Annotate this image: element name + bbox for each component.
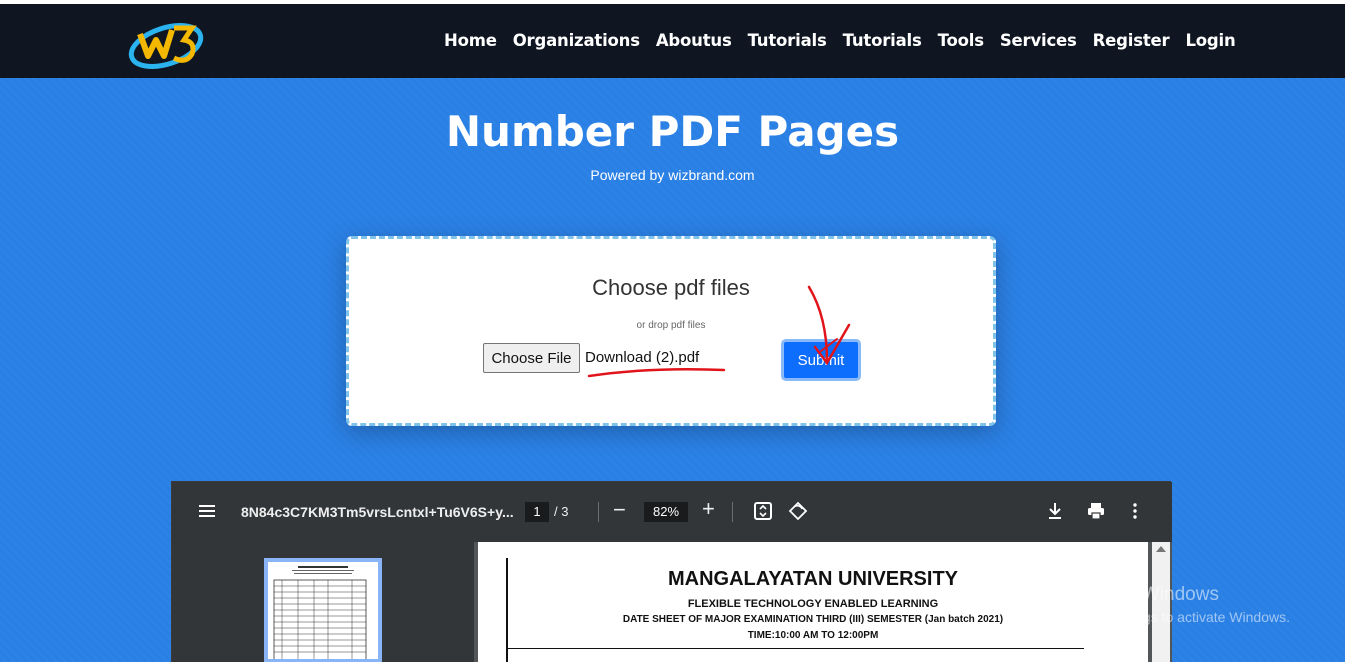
page-title: Number PDF Pages [445, 107, 900, 156]
powered-by: Powered by wizbrand.com [590, 167, 755, 183]
upload-title: Choose pdf files [592, 275, 750, 300]
print-icon[interactable] [1086, 501, 1106, 521]
nav-aboutus[interactable]: Aboutus [648, 30, 740, 52]
submit-button[interactable]: Submit [781, 339, 861, 381]
menu-icon[interactable] [198, 502, 216, 520]
red-annotation-marks [587, 285, 851, 378]
nav-login[interactable]: Login [1177, 30, 1243, 52]
windows-watermark-subtitle: Go to Settings to activate Windows. [1069, 609, 1290, 625]
main-nav: Home Organizations Aboutus Tutorials Tut… [436, 30, 1244, 52]
selected-file-name: Download (2).pdf [585, 349, 700, 366]
thumbnail-table-graphic [273, 566, 367, 661]
zoom-in-icon[interactable]: + [702, 496, 715, 522]
pdf-viewer: 8N84c3C7KM3Tm5vrsLcntxl+Tu6V6S+y... 1 / … [171, 481, 1172, 662]
nav-register[interactable]: Register [1085, 30, 1178, 52]
page-total: / 3 [554, 504, 569, 519]
page-number-input[interactable]: 1 [525, 502, 549, 522]
pdf-toolbar: 8N84c3C7KM3Tm5vrsLcntxl+Tu6V6S+y... 1 / … [172, 482, 1172, 542]
upload-dropzone[interactable]: Choose pdf files or drop pdf files Choos… [346, 236, 996, 426]
upload-subtitle: or drop pdf files [636, 320, 706, 331]
nav-tools[interactable]: Tools [930, 30, 992, 52]
toolbar-divider [732, 502, 733, 522]
nav-organizations[interactable]: Organizations [505, 30, 648, 52]
nav-tutorials[interactable]: Tutorials [740, 30, 835, 52]
pdf-file-name: 8N84c3C7KM3Tm5vrsLcntxl+Tu6V6S+y... [241, 504, 514, 520]
navbar: Home Organizations Aboutus Tutorials Tut… [0, 4, 1345, 78]
page-thumbnail[interactable] [264, 558, 382, 662]
nav-services[interactable]: Services [992, 30, 1085, 52]
pdf-page: MANGALAYATAN UNIVERSITY FLEXIBLE TECHNOL… [478, 542, 1148, 662]
scroll-up-icon[interactable] [1156, 546, 1166, 552]
toolbar-divider [598, 502, 599, 522]
page-subtitle-2: DATE SHEET OF MAJOR EXAMINATION THIRD (I… [622, 614, 1004, 625]
download-icon[interactable] [1045, 501, 1065, 521]
windows-watermark-title: Activate Windows [1069, 584, 1219, 605]
choose-file-button[interactable]: Choose File [483, 343, 580, 373]
zoom-out-icon[interactable]: − [613, 497, 626, 523]
pdf-document-area[interactable]: MANGALAYATAN UNIVERSITY FLEXIBLE TECHNOL… [474, 542, 1172, 662]
rotate-icon[interactable] [788, 501, 808, 521]
more-options-icon[interactable] [1125, 501, 1145, 521]
nav-home[interactable]: Home [436, 30, 505, 52]
fit-page-icon[interactable] [753, 501, 773, 521]
page-subtitle-1: FLEXIBLE TECHNOLOGY ENABLED LEARNING [687, 598, 939, 610]
nav-tutorials-2[interactable]: Tutorials [835, 30, 930, 52]
page-table-border [506, 648, 1084, 649]
page-university-title: MANGALAYATAN UNIVERSITY [667, 568, 959, 590]
zoom-input[interactable]: 82% [644, 502, 688, 522]
thumbnail-sidebar [172, 542, 474, 662]
wizbrand-logo-icon[interactable] [126, 14, 206, 72]
page-subtitle-3: TIME:10:00 AM TO 12:00PM [747, 630, 879, 641]
